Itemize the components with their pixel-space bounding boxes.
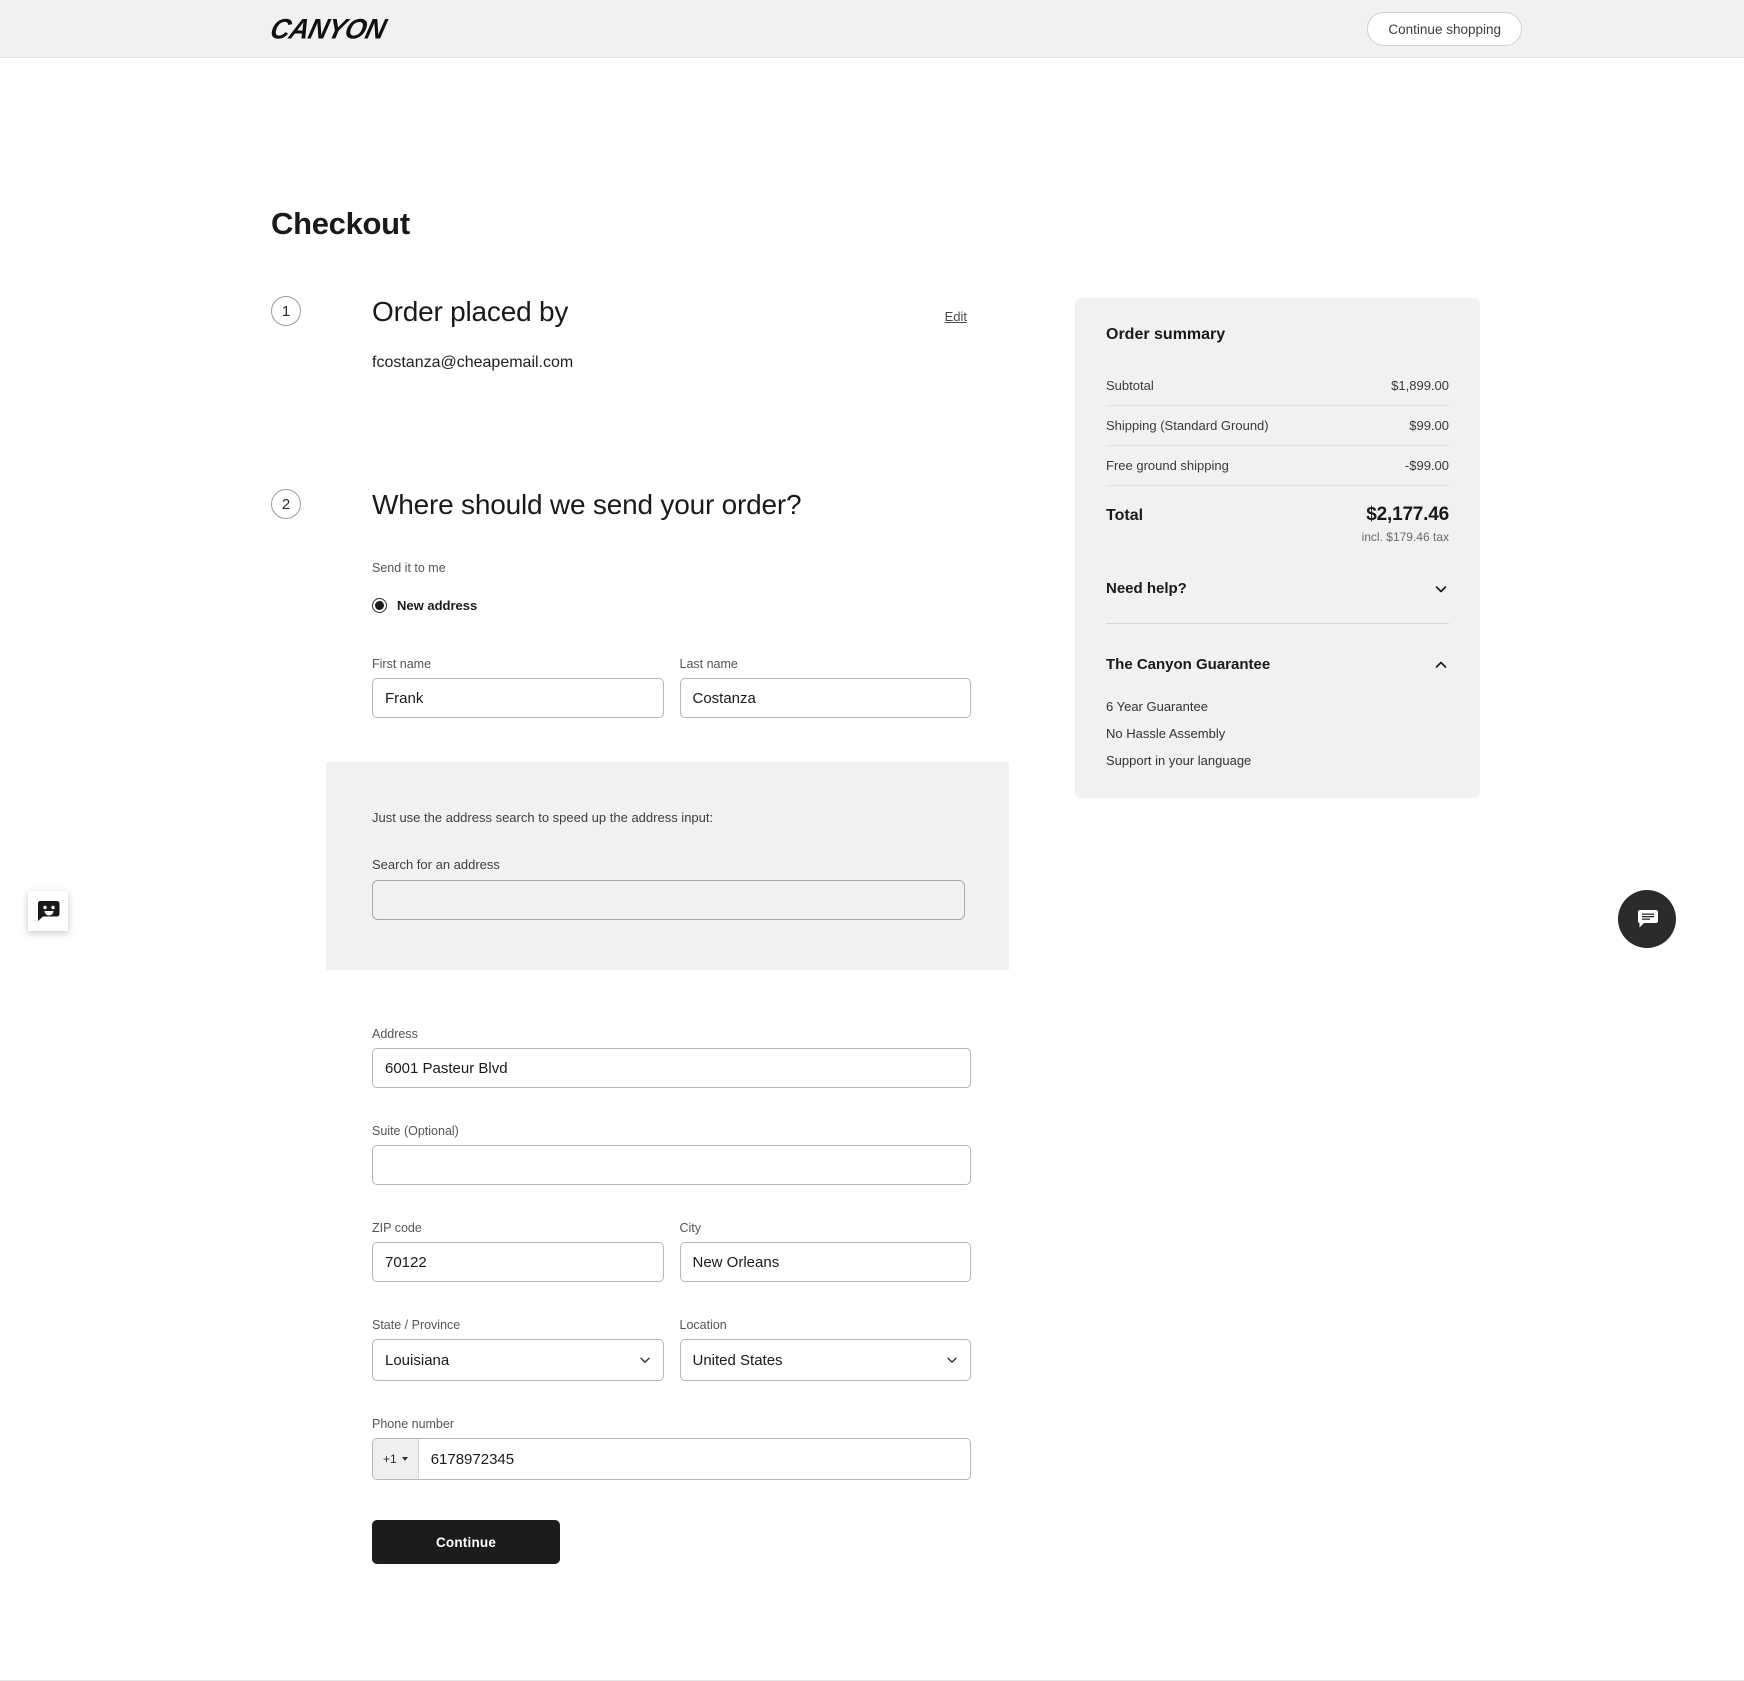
phone-country-code-value: +1 — [383, 1452, 397, 1466]
city-label: City — [679, 1221, 702, 1235]
summary-tax-note: incl. $179.46 tax — [1361, 530, 1449, 544]
canyon-guarantee-title: The Canyon Guarantee — [1106, 656, 1271, 673]
summary-row-subtotal: Subtotal $1,899.00 — [1106, 366, 1449, 406]
step-2-body: Send it to me New address First name Las… — [326, 561, 1009, 1564]
need-help-accordion[interactable]: Need help? — [1106, 544, 1449, 624]
last-name-label: Last name — [679, 657, 738, 671]
guarantee-item: 6 Year Guarantee — [1106, 699, 1208, 714]
state-select[interactable]: Louisiana — [372, 1339, 664, 1381]
suite-field-group: Suite (Optional) — [372, 1124, 971, 1185]
phone-input-wrapper: +1 — [372, 1438, 971, 1480]
first-name-field-group: First name — [372, 657, 664, 718]
suite-label: Suite (Optional) — [372, 1124, 459, 1138]
site-header: CANYON Continue shopping — [0, 0, 1744, 58]
step-2-header: Where should we send your order? — [372, 489, 967, 521]
summary-total-row: Total $2,177.46 — [1106, 486, 1449, 526]
step-order-placed-by: 1 Order placed by Edit fcostanza@cheapem… — [271, 296, 971, 372]
zip-label: ZIP code — [372, 1221, 422, 1235]
step-1-title: Order placed by — [372, 296, 569, 327]
canyon-guarantee-accordion[interactable]: The Canyon Guarantee — [1106, 624, 1449, 673]
first-name-label: First name — [372, 657, 432, 671]
feedback-widget-button[interactable] — [28, 891, 68, 931]
address-search-panel: Just use the address search to speed up … — [326, 762, 1009, 970]
last-name-input[interactable] — [679, 678, 971, 718]
location-field-group: Location United States — [679, 1318, 971, 1381]
address-label: Address — [372, 1027, 418, 1041]
summary-row-label: Free ground shipping — [1106, 458, 1229, 473]
guarantee-item: No Hassle Assembly — [1106, 726, 1226, 741]
chevron-up-icon — [1435, 661, 1447, 668]
radio-selected-dot — [375, 601, 384, 610]
address-input[interactable] — [372, 1048, 971, 1088]
need-help-title: Need help? — [1106, 580, 1187, 597]
address-field-group: Address — [372, 1027, 971, 1088]
step-2-title: Where should we send your order? — [372, 489, 802, 520]
state-field-group: State / Province Louisiana — [372, 1318, 664, 1381]
continue-button[interactable]: Continue — [372, 1520, 560, 1564]
summary-row-label: Subtotal — [1106, 378, 1154, 393]
summary-row-value: $1,899.00 — [1391, 378, 1449, 393]
continue-shopping-button[interactable]: Continue shopping — [1367, 12, 1522, 46]
new-address-radio-row[interactable]: New address — [372, 598, 971, 613]
summary-row-shipping: Shipping (Standard Ground) $99.00 — [1106, 406, 1449, 446]
name-fields-row: First name Last name — [372, 657, 971, 718]
location-select-wrapper: United States — [679, 1339, 971, 1381]
step-1-header: Order placed by Edit — [372, 296, 967, 328]
checkout-main-column: 1 Order placed by Edit fcostanza@cheapem… — [271, 296, 1009, 1564]
edit-order-placed-by-link[interactable]: Edit — [945, 309, 967, 324]
canyon-logo[interactable]: CANYON — [267, 13, 389, 46]
step-1-body: fcostanza@cheapemail.com — [372, 354, 971, 372]
suite-input[interactable] — [372, 1145, 971, 1185]
canyon-guarantee-list: 6 Year Guarantee No Hassle Assembly Supp… — [1106, 699, 1449, 768]
zip-field-group: ZIP code — [372, 1221, 664, 1282]
new-address-radio-label: New address — [397, 598, 478, 613]
order-summary-title: Order summary — [1106, 326, 1226, 343]
summary-row-value: -$99.00 — [1404, 458, 1449, 473]
phone-label: Phone number — [372, 1417, 455, 1431]
phone-country-code-select[interactable]: +1 — [373, 1439, 419, 1479]
zip-input[interactable] — [372, 1242, 664, 1282]
chat-bubble-icon — [1638, 910, 1658, 928]
address-search-input[interactable] — [372, 880, 965, 920]
state-label: State / Province — [372, 1318, 461, 1332]
guarantee-item: Support in your language — [1106, 753, 1252, 768]
state-select-wrapper: Louisiana — [372, 1339, 664, 1381]
location-select[interactable]: United States — [679, 1339, 971, 1381]
customer-email: fcostanza@cheapemail.com — [372, 354, 574, 371]
caret-down-icon — [401, 1457, 408, 1461]
step-shipping-address: 2 Where should we send your order? Send … — [271, 489, 1009, 1564]
summary-row-label: Shipping (Standard Ground) — [1106, 418, 1269, 433]
phone-number-input[interactable] — [418, 1439, 970, 1479]
step-1-badge: 1 — [271, 296, 301, 326]
summary-total-value: $2,177.46 — [1366, 504, 1449, 525]
summary-row-value: $99.00 — [1409, 418, 1449, 433]
first-name-input[interactable] — [372, 678, 664, 718]
state-location-row: State / Province Louisiana Location Unit… — [372, 1318, 971, 1381]
step-2-badge: 2 — [271, 489, 301, 519]
smiley-speech-bubble-icon — [37, 901, 60, 921]
summary-row-free-shipping: Free ground shipping -$99.00 — [1106, 446, 1449, 486]
zip-city-row: ZIP code City — [372, 1221, 971, 1282]
send-to-me-label: Send it to me — [372, 561, 446, 575]
address-search-label: Search for an address — [372, 857, 500, 872]
city-input[interactable] — [679, 1242, 971, 1282]
location-label: Location — [679, 1318, 727, 1332]
new-address-radio[interactable] — [372, 598, 387, 613]
phone-field-group: Phone number +1 — [372, 1417, 971, 1480]
chat-support-button[interactable] — [1618, 890, 1676, 948]
address-search-hint: Just use the address search to speed up … — [372, 810, 714, 825]
page-title: Checkout — [271, 206, 410, 241]
last-name-field-group: Last name — [679, 657, 971, 718]
city-field-group: City — [679, 1221, 971, 1282]
summary-total-label: Total — [1106, 507, 1144, 524]
order-summary-panel: Order summary Subtotal $1,899.00 Shippin… — [1075, 298, 1480, 798]
chevron-down-icon — [1435, 585, 1447, 592]
